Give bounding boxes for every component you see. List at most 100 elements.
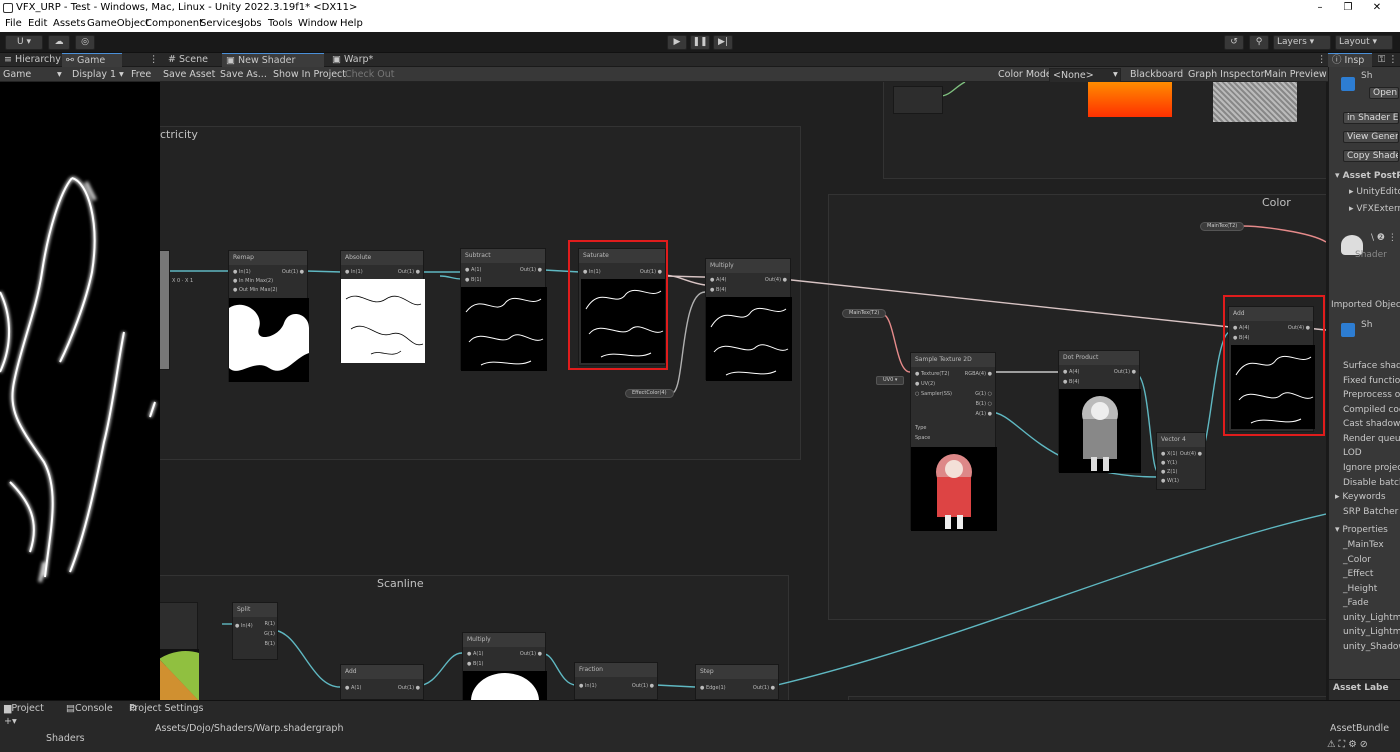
color-wheel-preview xyxy=(160,649,199,700)
node-fraction[interactable]: Fraction ● In(1) Out(1) ● xyxy=(574,662,658,700)
graph-inspector-toggle[interactable]: Graph Inspector xyxy=(1188,68,1264,81)
tab-new-shader-graph[interactable]: ▣ New Shader Graph xyxy=(222,53,324,80)
maintex-property-2[interactable]: MainTex(T2) xyxy=(1200,222,1245,231)
save-as-button[interactable]: Save As... xyxy=(220,68,267,81)
node-partial-left[interactable] xyxy=(160,250,170,370)
menu-edit[interactable]: Edit xyxy=(28,16,47,32)
tab-hierarchy[interactable]: ≡ Hierarchy xyxy=(0,53,62,67)
node-subtract[interactable]: Subtract ● A(1) ● B(1) Out(1) ● xyxy=(460,248,547,371)
folder-shaders[interactable]: Shaders xyxy=(46,733,85,744)
node-remap[interactable]: Remap ● In(1) ● In Min Max(2) ● Out Min … xyxy=(228,250,309,382)
menu-assets[interactable]: Assets xyxy=(53,16,86,32)
collab-icon[interactable]: ◎ xyxy=(75,35,95,50)
menu-file[interactable]: File xyxy=(5,16,22,32)
menu-services[interactable]: Services xyxy=(200,16,242,32)
uv-dropdown[interactable]: UV0 ▾ xyxy=(876,376,905,385)
display-dropdown[interactable]: Display 1 xyxy=(72,68,116,81)
game-toolbar: Game ▾ Display 1 ▾ Free A xyxy=(0,67,160,82)
inspector-panel: Sh Open in Shader Ec View Genera Copy Sh… xyxy=(1328,67,1400,700)
bottom-panel: ▆ Project ▤ Console ⚙ Project Settings +… xyxy=(0,700,1400,752)
history-icon[interactable]: ↺ xyxy=(1224,35,1244,50)
game-mode-dropdown[interactable]: Game xyxy=(3,68,31,81)
aspect-dropdown[interactable]: Free A xyxy=(131,68,160,81)
main-preview-toggle[interactable]: Main Preview xyxy=(1264,68,1327,81)
shader-header-icons[interactable]: \ ❷ ⋮ xyxy=(1371,233,1397,243)
node-multiply-scanline[interactable]: Multiply ● A(1) ● B(1) Out(1) ● xyxy=(462,632,547,700)
account-button[interactable]: U ▾ xyxy=(5,35,43,50)
view-generated-shader-button[interactable]: View Genera xyxy=(1343,131,1399,143)
tab-project[interactable]: ▆ Project xyxy=(4,703,44,714)
maintex-property[interactable]: MainTex(T2) xyxy=(842,309,887,318)
menu-bar: File Edit Assets GameObject Component Se… xyxy=(0,16,1400,32)
check-out-button[interactable]: Check Out xyxy=(345,68,394,81)
shader-graph-icon: ▣ xyxy=(226,55,235,66)
tab-inspector[interactable]: ⓘ Insp xyxy=(1328,53,1372,67)
layout-dropdown[interactable]: Layout ▾ xyxy=(1335,35,1393,50)
add-icon[interactable]: +▾ xyxy=(4,716,17,727)
tab-menu-icon[interactable]: ⋮ xyxy=(1313,53,1327,67)
node-partial-scanline[interactable] xyxy=(160,602,199,700)
tab-console[interactable]: ▤ Console xyxy=(66,703,113,714)
highlight-saturate xyxy=(568,240,668,370)
gradient-preview xyxy=(1088,82,1172,117)
node-dot-product[interactable]: Dot Product ● A(4) ● B(4) Out(1) ● xyxy=(1058,350,1141,473)
tab-warp[interactable]: ▣ Warp* xyxy=(328,53,388,67)
close-button[interactable]: ✕ xyxy=(1370,0,1384,16)
tab-scene[interactable]: # Scene xyxy=(164,53,220,67)
remap-preview xyxy=(229,298,309,382)
gamepad-icon: ⚯ xyxy=(66,55,74,66)
keywords-foldout[interactable]: ▸ Keywords xyxy=(1335,492,1386,502)
blackboard-toggle[interactable]: Blackboard xyxy=(1130,68,1183,81)
menu-gameobject[interactable]: GameObject xyxy=(87,16,149,32)
open-button[interactable]: Open xyxy=(1369,87,1399,99)
inspector-lock-icon[interactable]: ⚿ ⋮ xyxy=(1374,53,1400,67)
tab-menu-icon[interactable]: ⋮ xyxy=(145,53,159,67)
asset-postprocessors-header[interactable]: ▾ Asset PostPr xyxy=(1335,171,1400,181)
tab-game[interactable]: ⚯ Game xyxy=(62,53,122,67)
maximize-button[interactable]: ❐ xyxy=(1341,0,1355,16)
step-icon[interactable]: ▶| xyxy=(713,35,733,50)
subtract-preview xyxy=(461,287,547,371)
menu-window[interactable]: Window xyxy=(298,16,337,32)
layers-dropdown[interactable]: Layers ▾ xyxy=(1273,35,1331,50)
copy-shader-button[interactable]: Copy Shade xyxy=(1343,150,1399,162)
menu-jobs[interactable]: Jobs xyxy=(241,16,262,32)
effect-color-property[interactable]: EffectColor(4) xyxy=(625,389,674,398)
node-inputs: X 0 · X 1 xyxy=(172,278,194,284)
dot-product-preview xyxy=(1059,389,1141,473)
node-step[interactable]: Step ● Edge(1) Out(1) ● xyxy=(695,664,779,700)
asset-bundle-label[interactable]: AssetBundle xyxy=(1330,723,1389,734)
menu-help[interactable]: Help xyxy=(340,16,363,32)
unity-editor-item[interactable]: ▸ UnityEdito xyxy=(1349,187,1400,197)
pause-icon[interactable]: ❚❚ xyxy=(690,35,710,50)
window-title: VFX_URP - Test - Windows, Mac, Linux - U… xyxy=(16,2,358,13)
shader-graph-icon xyxy=(1341,323,1355,337)
imported-object-label: Imported Object xyxy=(1331,300,1400,310)
node-add-scanline[interactable]: Add ● A(1) Out(1) ● xyxy=(340,664,424,700)
project-path: Assets/Dojo/Shaders/Warp.shadergraph xyxy=(155,723,344,734)
menu-component[interactable]: Component xyxy=(145,16,203,32)
play-icon[interactable]: ▶ xyxy=(667,35,687,50)
menu-tools[interactable]: Tools xyxy=(268,16,293,32)
show-in-project-button[interactable]: Show In Project xyxy=(273,68,346,81)
minimize-button[interactable]: – xyxy=(1313,0,1327,16)
properties-foldout[interactable]: ▾ Properties xyxy=(1335,525,1388,535)
node-multiply[interactable]: Multiply ● A(4) ● B(4) Out(4) ● xyxy=(705,258,792,381)
node-sample-texture-2d[interactable]: Sample Texture 2D ● Texture(T2) ● UV(2) … xyxy=(910,352,997,531)
cloud-icon[interactable]: ☁ xyxy=(48,35,70,50)
title-bar: VFX_URP - Test - Windows, Mac, Linux - U… xyxy=(0,0,1400,16)
shader-graph-icon: ▣ xyxy=(332,54,341,65)
color-mode-dropdown[interactable]: <None> xyxy=(1049,68,1121,83)
node-split[interactable]: Split ● In(4) R(1) G(1) B(1) xyxy=(232,602,278,660)
node-top-small[interactable] xyxy=(893,86,943,114)
search-icon[interactable]: ⚲ xyxy=(1249,35,1269,50)
open-in-shader-editor-button[interactable]: in Shader Ec xyxy=(1343,112,1399,124)
shader-graph-canvas[interactable]: ctricity Color Scanline X 0 · X 1 Remap … xyxy=(160,82,1326,700)
save-asset-button[interactable]: Save Asset xyxy=(163,68,215,81)
node-vector4[interactable]: Vector 4 ● X(1) ● Y(1) ● Z(1) ● W(1) Out… xyxy=(1156,432,1206,490)
vfx-extern-item[interactable]: ▸ VFXExtern xyxy=(1349,204,1400,214)
game-view[interactable] xyxy=(0,82,160,700)
asset-labels-bar: Asset Labe xyxy=(1329,679,1400,700)
color-mode-label: Color Mode xyxy=(998,69,1052,80)
node-absolute[interactable]: Absolute ● In(1) Out(1) ● xyxy=(340,250,425,363)
